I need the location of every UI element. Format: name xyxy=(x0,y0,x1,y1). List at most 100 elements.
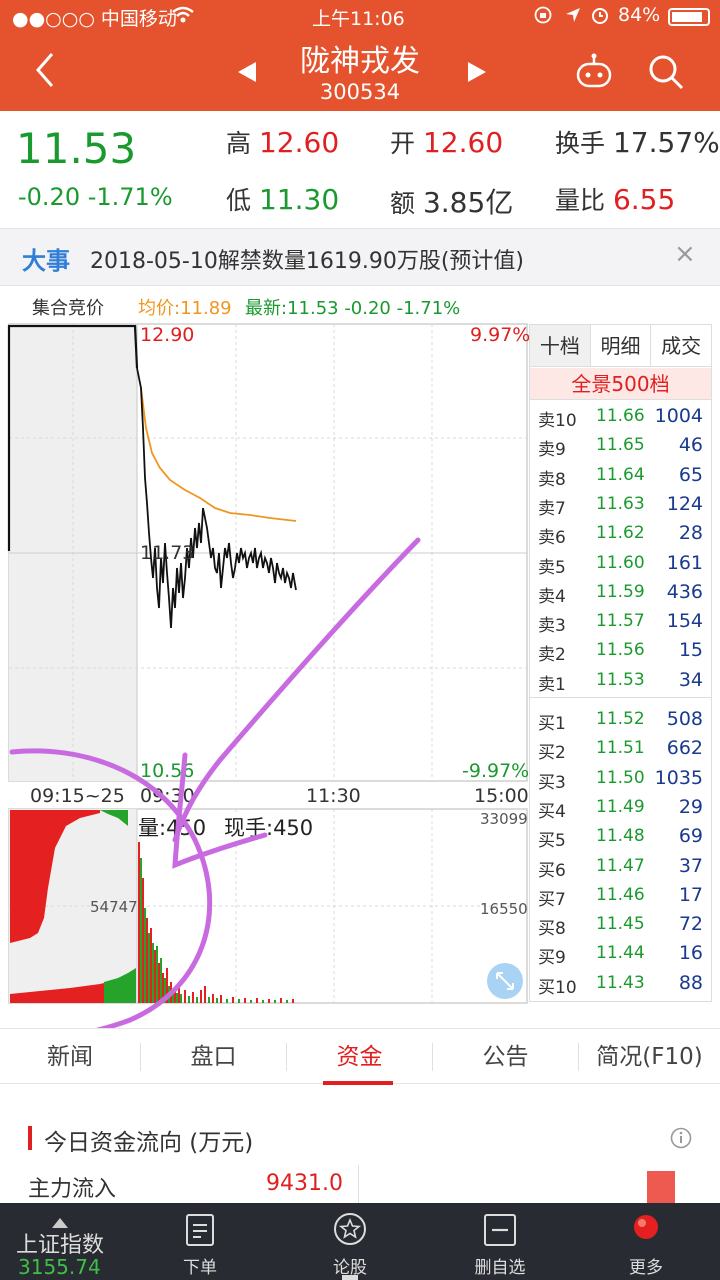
bid-level[interactable]: 买4 11.49 29 xyxy=(530,794,711,823)
ask-level-volume: 28 xyxy=(678,522,703,545)
capital-flow-title: 今日资金流向 (万元) xyxy=(44,1130,254,1156)
ask-level-name: 卖5 xyxy=(538,557,566,578)
bid-level-name: 买4 xyxy=(538,801,566,822)
ask-level[interactable]: 卖7 11.63 124 xyxy=(530,491,711,520)
tab-announcements[interactable]: 公告 xyxy=(433,1029,578,1085)
bid-level-volume: 37 xyxy=(678,854,703,877)
low-value: 11.30 xyxy=(258,183,340,216)
event-banner[interactable]: 大事 2018-05-10解禁数量1619.90万股(预计值) × xyxy=(0,228,720,286)
bid-level[interactable]: 买9 11.44 16 xyxy=(530,940,711,969)
ask-level[interactable]: 卖8 11.64 65 xyxy=(530,462,711,491)
bottom-toolbar: 上证指数 3155.74 下单 论股 删自选 更多 xyxy=(0,1203,720,1280)
bid-level-price: 11.50 xyxy=(596,767,645,788)
high-stat: 高 12.60 xyxy=(226,124,339,160)
order-form-icon xyxy=(185,1213,215,1251)
bid-level[interactable]: 买2 11.51 662 xyxy=(530,735,711,764)
open-value: 12.60 xyxy=(422,126,504,159)
battery-percent: 84% xyxy=(618,4,661,26)
ask-level[interactable]: 卖4 11.59 436 xyxy=(530,579,711,608)
auction-label: 集合竞价 xyxy=(32,298,104,319)
tab-news[interactable]: 新闻 xyxy=(0,1029,140,1085)
ask-level-name: 卖2 xyxy=(538,645,566,666)
ask-level-price: 11.64 xyxy=(596,464,645,485)
bid-level-volume: 88 xyxy=(678,971,703,994)
carrier-label: ●●○○○ 中国移动 xyxy=(12,8,177,30)
remove-watchlist-label: 删自选 xyxy=(474,1258,526,1278)
volume-ratio-value: 6.55 xyxy=(612,183,676,216)
turnover-label: 换手 xyxy=(555,129,606,158)
bid-level[interactable]: 买6 11.47 37 xyxy=(530,853,711,882)
bid-level-price: 11.46 xyxy=(596,884,645,905)
detail-tabs: 新闻 盘口 资金 公告 简况(F10) xyxy=(0,1028,720,1085)
info-icon[interactable] xyxy=(670,1127,692,1153)
ask-level-volume: 15 xyxy=(678,639,703,662)
discussion-button[interactable]: 论股 xyxy=(300,1203,400,1280)
order-book-tabs: 十档 明细 成交 xyxy=(530,325,711,367)
tab-company-profile[interactable]: 简况(F10) xyxy=(579,1029,720,1085)
ask-level[interactable]: 卖5 11.60 161 xyxy=(530,550,711,579)
ask-level-name: 卖8 xyxy=(538,469,566,490)
tab-market-depth[interactable]: 盘口 xyxy=(141,1029,286,1085)
ask-level-volume: 1004 xyxy=(654,405,703,427)
close-icon[interactable]: × xyxy=(674,239,696,269)
bid-level-volume: 69 xyxy=(678,825,703,848)
ask-level-price: 11.66 xyxy=(596,406,645,426)
full-depth-button[interactable]: 全景500档 xyxy=(530,368,711,400)
tab-trades[interactable]: 成交 xyxy=(651,325,711,366)
volume-ratio-stat: 量比 6.55 xyxy=(555,181,675,217)
inflow-bar xyxy=(647,1171,675,1203)
hand-volume-prefix: 现手:450 xyxy=(224,812,314,842)
time-mid-label: 11:30 xyxy=(306,785,361,807)
index-ticker[interactable]: 上证指数 3155.74 xyxy=(0,1203,130,1280)
search-icon[interactable] xyxy=(646,52,686,96)
bid-level-volume: 72 xyxy=(678,913,703,936)
hand-volume-label: 现手:450 xyxy=(224,816,314,840)
bid-level-volume: 1035 xyxy=(654,766,703,789)
amount-value: 3.85亿 xyxy=(422,186,514,219)
time-end-label: 15:00 xyxy=(474,785,529,807)
bid-level-volume: 17 xyxy=(678,883,703,906)
volume-ratio-label: 量比 xyxy=(555,186,606,215)
high-value: 12.60 xyxy=(258,126,340,159)
order-button[interactable]: 下单 xyxy=(150,1203,250,1280)
clock-label: 上午11:06 xyxy=(312,8,405,30)
ask-level[interactable]: 卖2 11.56 15 xyxy=(530,637,711,666)
bid-level[interactable]: 买1 11.52 508 xyxy=(530,706,711,735)
amount-stat: 额 3.85亿 xyxy=(390,181,513,221)
next-stock-icon[interactable] xyxy=(464,60,490,88)
turnover-value: 17.57% xyxy=(612,126,720,159)
remove-watchlist-button[interactable]: 删自选 xyxy=(450,1203,550,1280)
amount-label: 额 xyxy=(390,189,416,218)
rotation-lock-icon xyxy=(534,6,552,28)
ask-level-price: 11.63 xyxy=(596,493,645,514)
ask-level[interactable]: 卖9 11.65 46 xyxy=(530,432,711,461)
bid-level-volume: 16 xyxy=(678,942,703,965)
tab-details[interactable]: 明细 xyxy=(591,325,652,366)
time-start-label: 09:15~25 xyxy=(30,785,125,807)
ask-level-volume: 436 xyxy=(666,580,703,603)
bid-level-name: 买3 xyxy=(538,772,566,793)
stock-detail-screen: ●●○○○ 中国移动 上午11:06 84% 陇神戎发 300534 11.53… xyxy=(0,0,720,1280)
intraday-chart[interactable] xyxy=(0,318,530,1008)
tab-capital-flow[interactable]: 资金 xyxy=(287,1029,432,1085)
alarm-icon xyxy=(590,5,610,29)
bid-level-name: 买6 xyxy=(538,860,566,881)
bid-level[interactable]: 买3 11.50 1035 xyxy=(530,765,711,794)
robot-assistant-icon[interactable] xyxy=(574,52,614,96)
ask-level[interactable]: 卖10 11.66 1004 xyxy=(530,403,711,432)
tab-ten-levels[interactable]: 十档 xyxy=(530,325,591,366)
bid-level[interactable]: 买7 11.46 17 xyxy=(530,882,711,911)
bid-level[interactable]: 买8 11.45 72 xyxy=(530,911,711,940)
more-button[interactable]: 更多 xyxy=(596,1203,696,1280)
bid-level-volume: 29 xyxy=(678,795,703,818)
ask-level[interactable]: 卖6 11.62 28 xyxy=(530,520,711,549)
ask-level-volume: 161 xyxy=(666,551,703,574)
ask-level[interactable]: 卖3 11.57 154 xyxy=(530,608,711,637)
bid-level[interactable]: 买10 11.43 88 xyxy=(530,970,711,999)
order-book: 十档 明细 成交 全景500档 卖10 11.66 1004 卖9 11.65 46 卖8 1… xyxy=(529,324,712,1002)
turnover-stat: 换手 17.57% xyxy=(555,124,720,160)
ask-level[interactable]: 卖1 11.53 34 xyxy=(530,667,711,696)
ask-level-volume: 154 xyxy=(666,610,703,633)
ask-level-name: 卖3 xyxy=(538,616,566,637)
bid-level[interactable]: 买5 11.48 69 xyxy=(530,823,711,852)
